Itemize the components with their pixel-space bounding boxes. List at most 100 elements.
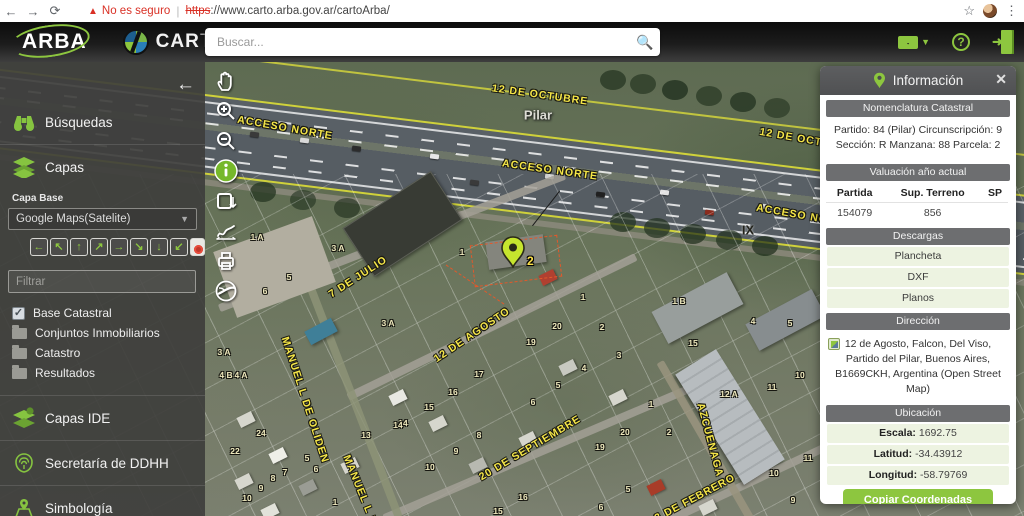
browser-back-button[interactable]: ← (0, 4, 22, 19)
sidebar-item-busquedas[interactable]: Búsquedas (0, 100, 205, 144)
sidebar: ← Búsquedas Capas Capa Base Google Maps(… (0, 62, 205, 516)
parcel-label: 2 (600, 322, 605, 332)
parcel-label: 10 (425, 462, 434, 472)
parcel-label: 15 (493, 506, 502, 516)
zoom-out-tool[interactable] (212, 128, 240, 154)
download-dxf[interactable]: DXF (827, 268, 1009, 287)
parcel-label: 17 (474, 369, 483, 379)
security-warning-icon[interactable]: ▲ (88, 6, 98, 17)
copy-coordinates-button[interactable]: Copiar Coordenadas (843, 489, 993, 504)
location-pin-icon[interactable] (500, 236, 526, 268)
sidebar-item-label: Búsquedas (45, 115, 113, 130)
pan-hand-tool[interactable] (212, 68, 240, 94)
search-bar: 🔍 (205, 28, 660, 56)
browser-bar: ← → ⟳ ▲ No es seguro | https ://www.cart… (0, 0, 1024, 22)
pan-down-left-button[interactable]: ↙ (170, 238, 188, 256)
sidebar-item-label: Capas (45, 160, 84, 175)
pan-up-right-button[interactable]: ↗ (90, 238, 108, 256)
measure-tool[interactable] (212, 218, 240, 244)
checkbox-checked-icon[interactable]: ✓ (12, 307, 25, 320)
escala-value: 1692.75 (919, 427, 957, 439)
layer-filter-input[interactable] (8, 270, 196, 293)
info-tool[interactable] (212, 158, 240, 184)
nomenclatura-line1: Partido: 84 (Pilar) Circunscripción: 9 (828, 123, 1008, 138)
messages-button[interactable]: ▼ (898, 36, 930, 49)
binoculars-icon (12, 111, 36, 133)
browser-profile-avatar[interactable] (983, 4, 997, 18)
carto-globe-icon (123, 29, 149, 55)
car (250, 131, 260, 137)
parcel-label: 1 (581, 292, 586, 302)
zoom-in-tool[interactable] (212, 98, 240, 124)
parcel-label: 8 (271, 473, 276, 483)
info-panel: Información ✕ Nomenclatura Catastral Par… (820, 66, 1016, 504)
pan-up-left-button[interactable]: ↖ (50, 238, 68, 256)
address-bar-url[interactable]: ://www.carto.arba.gov.ar/cartoArba/ (210, 5, 389, 17)
basemap-dropdown[interactable]: Google Maps(Satelite) ▼ (8, 208, 197, 230)
parcel-label: 11 (804, 453, 813, 463)
sidebar-item-capas[interactable]: Capas (0, 144, 205, 189)
layer-conjuntos-inmobiliarios[interactable]: Conjuntos Inmobiliarios (0, 323, 205, 343)
tree-cluster (600, 70, 626, 90)
pan-down-button[interactable]: ↓ (150, 238, 168, 256)
pan-down-right-button[interactable]: ↘ (130, 238, 148, 256)
layer-catastro[interactable]: Catastro (0, 343, 205, 363)
sidebar-item-label: Capas IDE (45, 411, 110, 426)
parcel-label: 1 A (251, 232, 264, 242)
arba-carto-app: ← → ⟳ ▲ No es seguro | https ://www.cart… (0, 0, 1024, 516)
valuacion-col-sp: SP (982, 183, 1008, 203)
parcel-label: 4 A (235, 370, 248, 380)
longitud-label: Longitud: (869, 469, 917, 481)
pan-left-button[interactable]: ← (30, 238, 48, 256)
search-icon[interactable]: 🔍 (630, 34, 660, 51)
arba-logo[interactable]: ARBA (14, 28, 95, 56)
capa-base-label: Capa Base (0, 189, 205, 206)
car (352, 145, 362, 151)
valuacion-row[interactable]: 154079 856 (826, 203, 1008, 224)
download-planos[interactable]: Planos (827, 289, 1009, 308)
print-tool[interactable] (212, 248, 240, 274)
layer-label: Resultados (35, 366, 95, 380)
parcel-label: 14 (393, 420, 402, 430)
pan-up-button[interactable]: ↑ (70, 238, 88, 256)
parcel-label: 16 (448, 387, 457, 397)
browser-menu-icon[interactable]: ⋮ (1005, 3, 1018, 19)
parcel-label: 10 (769, 468, 778, 478)
bookmark-star-icon[interactable]: ☆ (963, 3, 975, 19)
section-header-direccion: Dirección (826, 313, 1010, 330)
parcel-label: 4 (751, 316, 756, 326)
layer-base-catastral[interactable]: ✓ Base Catastral (0, 303, 205, 323)
google-earth-tool[interactable] (212, 278, 240, 304)
help-button[interactable]: ? (952, 33, 970, 51)
sidebar-collapse-button[interactable]: ← (176, 74, 195, 96)
close-icon[interactable]: ✕ (995, 71, 1007, 88)
app-header: ARBA CARTO 🔍 ▼ ? ➜ (0, 22, 1024, 62)
parcel-label: 9 (791, 495, 796, 505)
layer-resultados[interactable]: Resultados (0, 363, 205, 383)
parcel-label: 24 (256, 428, 265, 438)
parcel-label: 19 (526, 337, 535, 347)
sidebar-item-secretaria-ddhh[interactable]: Secretaría de DDHH (0, 440, 205, 485)
parcel-label: 20 (620, 427, 629, 437)
map-thumbnail-icon (828, 338, 840, 350)
sidebar-item-label: Simbología (45, 501, 113, 516)
fingerprint-hand-icon (12, 452, 36, 474)
download-plancheta[interactable]: Plancheta (827, 247, 1009, 266)
chevron-down-icon: ▼ (180, 214, 189, 224)
security-warning-text[interactable]: No es seguro (102, 5, 170, 17)
sidebar-item-simbologia[interactable]: Simbología (0, 485, 205, 516)
logout-button[interactable]: ➜ (992, 30, 1014, 54)
pan-right-button[interactable]: → (110, 238, 128, 256)
ubicacion-longitud: Longitud: -58.79769 (827, 466, 1009, 485)
extent-select-tool[interactable] (212, 188, 240, 214)
parcel-label: 12 A (720, 389, 738, 399)
browser-forward-button[interactable]: → (22, 4, 44, 19)
sidebar-item-capas-ide[interactable]: Capas IDE (0, 395, 205, 440)
folder-icon (12, 348, 27, 359)
parcel-label: 6 (599, 502, 604, 512)
pan-reset-button[interactable] (190, 238, 205, 256)
search-input[interactable] (205, 35, 630, 49)
browser-reload-button[interactable]: ⟳ (44, 3, 66, 19)
map-pin-icon (12, 497, 36, 516)
parcel-label: 3 (617, 350, 622, 360)
